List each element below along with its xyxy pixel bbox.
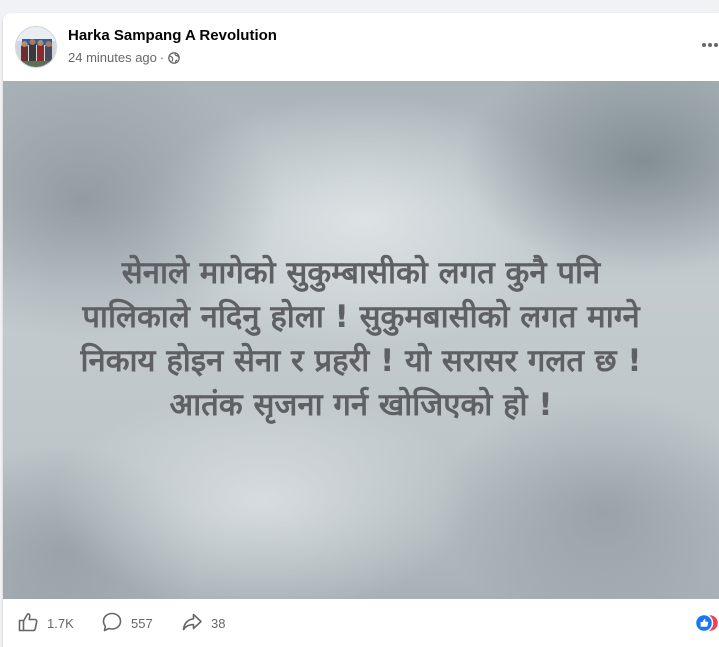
image-text-line: निकाय होइन सेना र प्रहरी ! यो सरासर गलत …: [80, 343, 642, 379]
image-text-line: सेनाले मागेको सुकुम्बासीको लगत कुनै पनि: [121, 255, 601, 291]
author-avatar[interactable]: [15, 26, 57, 68]
comment-button[interactable]: 557: [101, 611, 153, 636]
more-options-icon[interactable]: [700, 35, 719, 55]
post-meta: 24 minutes ago ·: [68, 50, 181, 65]
share-count: 38: [211, 616, 226, 631]
like-button[interactable]: 1.7K: [17, 611, 74, 636]
post-actions-bar: 1.7K 557 38: [3, 599, 719, 647]
comment-icon: [101, 611, 123, 636]
post-header: Harka Sampang A Revolution 24 minutes ag…: [3, 13, 719, 81]
meta-separator: ·: [159, 50, 165, 65]
reaction-summary[interactable]: [694, 613, 719, 633]
post-timestamp[interactable]: 24 minutes ago: [68, 50, 157, 65]
like-icon: [17, 611, 39, 636]
share-icon: [181, 611, 203, 636]
share-button[interactable]: 38: [181, 611, 225, 636]
comment-count: 557: [131, 616, 153, 631]
like-count: 1.7K: [47, 616, 74, 631]
post-card: Harka Sampang A Revolution 24 minutes ag…: [3, 13, 719, 647]
image-text-line: पालिकाले नदिनु होला ! सुकुमबासीको लगत मा…: [82, 299, 640, 335]
author-name[interactable]: Harka Sampang A Revolution: [68, 27, 277, 44]
post-image[interactable]: सेनाले मागेको सुकुम्बासीको लगत कुनै पनि …: [3, 81, 719, 599]
image-text-line: आतंक सृजना गर्न खोजिएको हो !: [169, 387, 553, 423]
globe-icon: [168, 51, 181, 64]
image-text: सेनाले मागेको सुकुम्बासीको लगत कुनै पनि …: [23, 251, 699, 427]
